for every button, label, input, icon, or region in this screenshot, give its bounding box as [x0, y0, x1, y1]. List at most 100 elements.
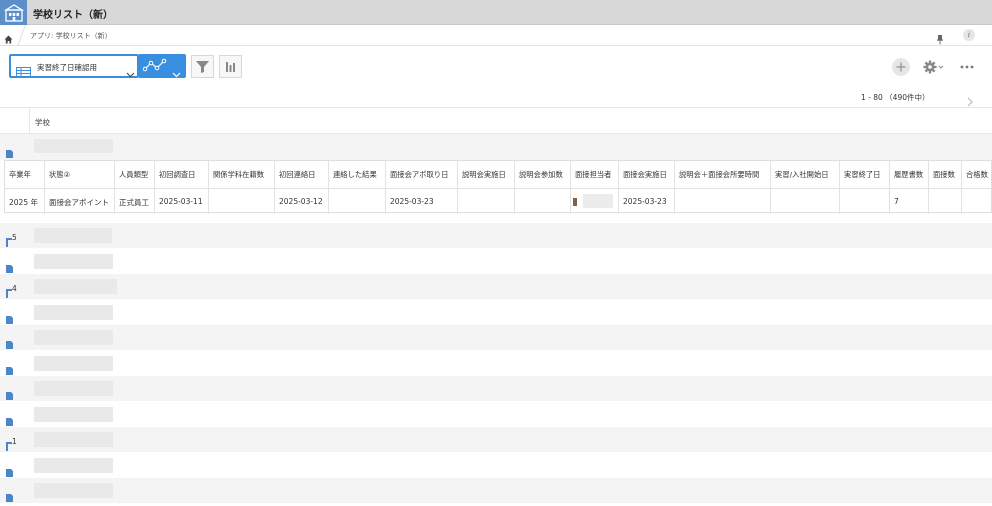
- related-count-badge: 5: [12, 233, 17, 242]
- subtable-header-label: 連絡した結果: [333, 170, 377, 179]
- subtable-header-label: 関係学科在籍数: [213, 170, 265, 179]
- school-name-cell: [34, 279, 117, 294]
- subtable-column: 実習終了日: [840, 161, 890, 214]
- school-name-cell: [34, 406, 113, 422]
- subtable-header-label: 実習終了日: [844, 170, 881, 179]
- more-options-button[interactable]: [960, 65, 974, 69]
- more-icon: [960, 65, 974, 69]
- list-item[interactable]: [0, 401, 992, 427]
- bar-chart-icon: [226, 62, 235, 72]
- subtable-header-label: 実習/入社開始日: [775, 170, 829, 179]
- plus-icon: [896, 62, 906, 72]
- school-name-cell: [34, 330, 113, 345]
- subtable-header-label: 履歴書数: [894, 170, 924, 179]
- subtable-header-label: 面接会実施日: [623, 170, 667, 179]
- add-record-button[interactable]: [892, 58, 910, 76]
- list-item[interactable]: 5: [0, 223, 992, 248]
- app-header: 学校リスト（新）: [0, 0, 992, 25]
- subtable-cell-value: 2025 年: [9, 198, 38, 207]
- subtable-column: 関係学科在籍数: [209, 161, 275, 214]
- graph-summary-button[interactable]: [219, 55, 242, 78]
- subtable-column: 初回連絡日 2025-03-12: [275, 161, 329, 214]
- subtable-cell-value: 正式員工: [119, 198, 149, 207]
- user-avatar-icon: [573, 198, 577, 206]
- list-item[interactable]: [0, 299, 992, 325]
- subtable-header-label: 初回調査日: [159, 170, 196, 179]
- school-name-cell: [34, 457, 113, 473]
- subtable-column: 卒業年 2025 年: [5, 161, 45, 214]
- graph-view-button[interactable]: [139, 54, 186, 78]
- subtable-column: 面接会アポ取り日 2025-03-23: [386, 161, 458, 214]
- view-selector-label: 実習終了日確認用: [37, 63, 97, 72]
- school-name-cell: [34, 432, 113, 447]
- related-count-badge: 4: [12, 284, 17, 293]
- filter-icon: [196, 61, 209, 73]
- list-header: 学校: [0, 107, 992, 134]
- chevron-down-icon: [126, 63, 135, 82]
- list-item[interactable]: [0, 134, 992, 160]
- subtable-header-label: 面接会アポ取り日: [390, 170, 449, 179]
- subtable-header-label: 面接数: [933, 170, 955, 179]
- school-name-cell: [34, 355, 113, 371]
- gear-icon: [923, 60, 944, 74]
- list-item[interactable]: [0, 248, 992, 274]
- subtable-column: 履歴書数 7: [890, 161, 929, 214]
- subtable-column: 連絡した結果: [329, 161, 386, 214]
- school-name-cell: [34, 253, 113, 269]
- filter-button[interactable]: [191, 55, 214, 78]
- subtable-column: 面接数: [929, 161, 962, 214]
- list-item[interactable]: [0, 478, 992, 503]
- view-selector[interactable]: 実習終了日確認用: [9, 54, 139, 78]
- subtable-cell-value: 2025-03-12: [279, 197, 323, 206]
- subtable-column: 実習/入社開始日: [771, 161, 840, 214]
- subtable-column: 人員類型 正式員工: [115, 161, 155, 214]
- subtable-cell-value: 2025-03-23: [623, 197, 667, 206]
- chevron-right-icon: [967, 97, 973, 107]
- list-item[interactable]: [0, 376, 992, 401]
- related-count-badge: 1: [12, 437, 17, 446]
- document-icon[interactable]: [6, 487, 13, 506]
- breadcrumb-app-link[interactable]: アプリ: 学校リスト（新）: [30, 31, 112, 41]
- pin-icon[interactable]: [937, 30, 943, 49]
- subtable-header-label: 説明会実施日: [462, 170, 506, 179]
- table-view-icon: [16, 62, 31, 81]
- subtable-header-label: 説明会＋面接会所要時間: [679, 170, 760, 179]
- school-name-cell: [34, 228, 112, 243]
- settings-button[interactable]: [922, 58, 946, 80]
- subtable-column: 説明会参加数: [515, 161, 571, 214]
- breadcrumb: アプリ: 学校リスト（新） i: [0, 25, 992, 46]
- chevron-down-icon: [172, 63, 181, 82]
- subtable: 卒業年 2025 年状態② 面接会アポイント 人員類型 正式員工 初回調査日 2025-03…: [4, 160, 992, 214]
- subtable-header-label: 説明会参加数: [519, 170, 563, 179]
- list-item[interactable]: 4: [0, 274, 992, 299]
- line-graph-icon: [142, 58, 167, 78]
- header-corner-cell: [0, 108, 30, 134]
- list-item[interactable]: 1: [0, 427, 992, 452]
- subtable-column: 説明会＋面接会所要時間: [675, 161, 771, 214]
- school-name-cell: [34, 381, 113, 396]
- subtable-header-label: 合格数: [966, 170, 988, 179]
- subtable-cell-value: 2025-03-11: [159, 197, 203, 206]
- breadcrumb-separator: [12, 25, 26, 46]
- school-name-cell: [34, 139, 113, 153]
- interviewer-name-cell: [583, 194, 613, 208]
- pagination-count: 1 - 80 （490件中）: [861, 93, 930, 102]
- list-item[interactable]: [0, 452, 992, 478]
- subtable-header-label: 人員類型: [119, 170, 149, 179]
- subtable-column: 状態② 面接会アポイント: [45, 161, 115, 214]
- app-title: 学校リスト（新）: [33, 10, 113, 21]
- column-header-school[interactable]: 学校: [35, 117, 50, 128]
- subtable-cell-value: 2025-03-23: [390, 197, 434, 206]
- list-item[interactable]: [0, 350, 992, 376]
- school-name-cell: [34, 304, 113, 320]
- subtable-column: 面接会実施日 2025-03-23: [619, 161, 675, 214]
- subtable-header-label: 卒業年: [9, 170, 31, 179]
- subtable-column: 合格数: [962, 161, 992, 214]
- subtable-header-label: 初回連絡日: [279, 170, 316, 179]
- info-icon[interactable]: i: [963, 29, 975, 41]
- subtable-column: 初回調査日 2025-03-11: [155, 161, 209, 214]
- app-logo-icon[interactable]: [0, 0, 27, 25]
- subtable-column: 説明会実施日: [458, 161, 515, 214]
- list-item[interactable]: [0, 325, 992, 350]
- subtable-header-label: 状態②: [49, 170, 71, 179]
